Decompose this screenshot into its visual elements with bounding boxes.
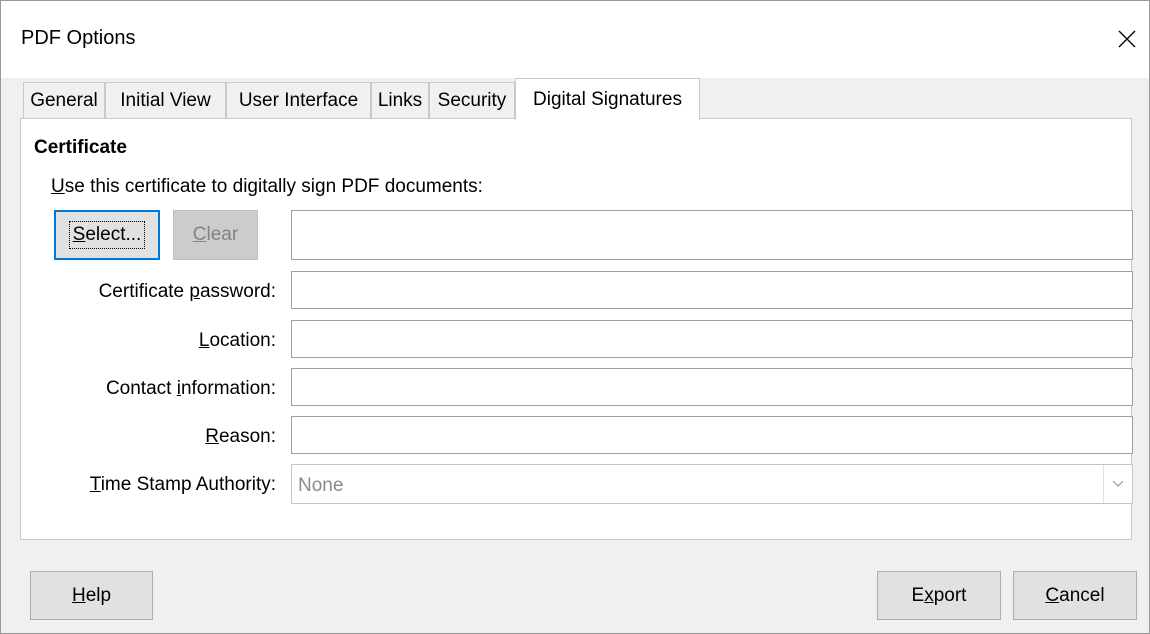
certificate-heading: Certificate: [34, 137, 127, 158]
time-stamp-authority-value: None: [298, 475, 344, 496]
tab-initial-view[interactable]: Initial View: [105, 82, 226, 119]
time-stamp-authority-select[interactable]: None: [291, 464, 1133, 504]
certificate-password-field[interactable]: [291, 271, 1133, 309]
title-bar: PDF Options: [0, 0, 1150, 78]
close-icon: [1118, 30, 1136, 48]
tab-user-interface[interactable]: User Interface: [226, 82, 371, 119]
certificate-intro-label: Use this certificate to digitally sign P…: [51, 176, 483, 197]
chevron-down-icon[interactable]: [1103, 465, 1132, 503]
clear-button[interactable]: Clear: [173, 210, 258, 260]
certificate-password-label: Certificate password:: [98, 281, 276, 302]
reason-label: Reason:: [205, 426, 276, 447]
location-label: Location:: [198, 330, 276, 351]
location-field[interactable]: [291, 320, 1133, 358]
select-button[interactable]: Select...: [54, 210, 160, 260]
cancel-button[interactable]: Cancel: [1013, 571, 1137, 620]
help-button[interactable]: Help: [30, 571, 153, 620]
tab-general[interactable]: General: [23, 82, 105, 119]
tab-security[interactable]: Security: [429, 82, 515, 119]
close-button[interactable]: [1104, 0, 1150, 78]
reason-field[interactable]: [291, 416, 1133, 454]
time-stamp-authority-label: Time Stamp Authority:: [89, 474, 276, 495]
tab-digital-signatures[interactable]: Digital Signatures: [515, 78, 700, 120]
export-button[interactable]: Export: [877, 571, 1001, 620]
certificate-field[interactable]: [291, 210, 1133, 260]
tab-links[interactable]: Links: [371, 82, 429, 119]
dialog-title: PDF Options: [21, 27, 136, 49]
contact-information-label: Contact information:: [105, 378, 276, 399]
contact-information-field[interactable]: [291, 368, 1133, 406]
